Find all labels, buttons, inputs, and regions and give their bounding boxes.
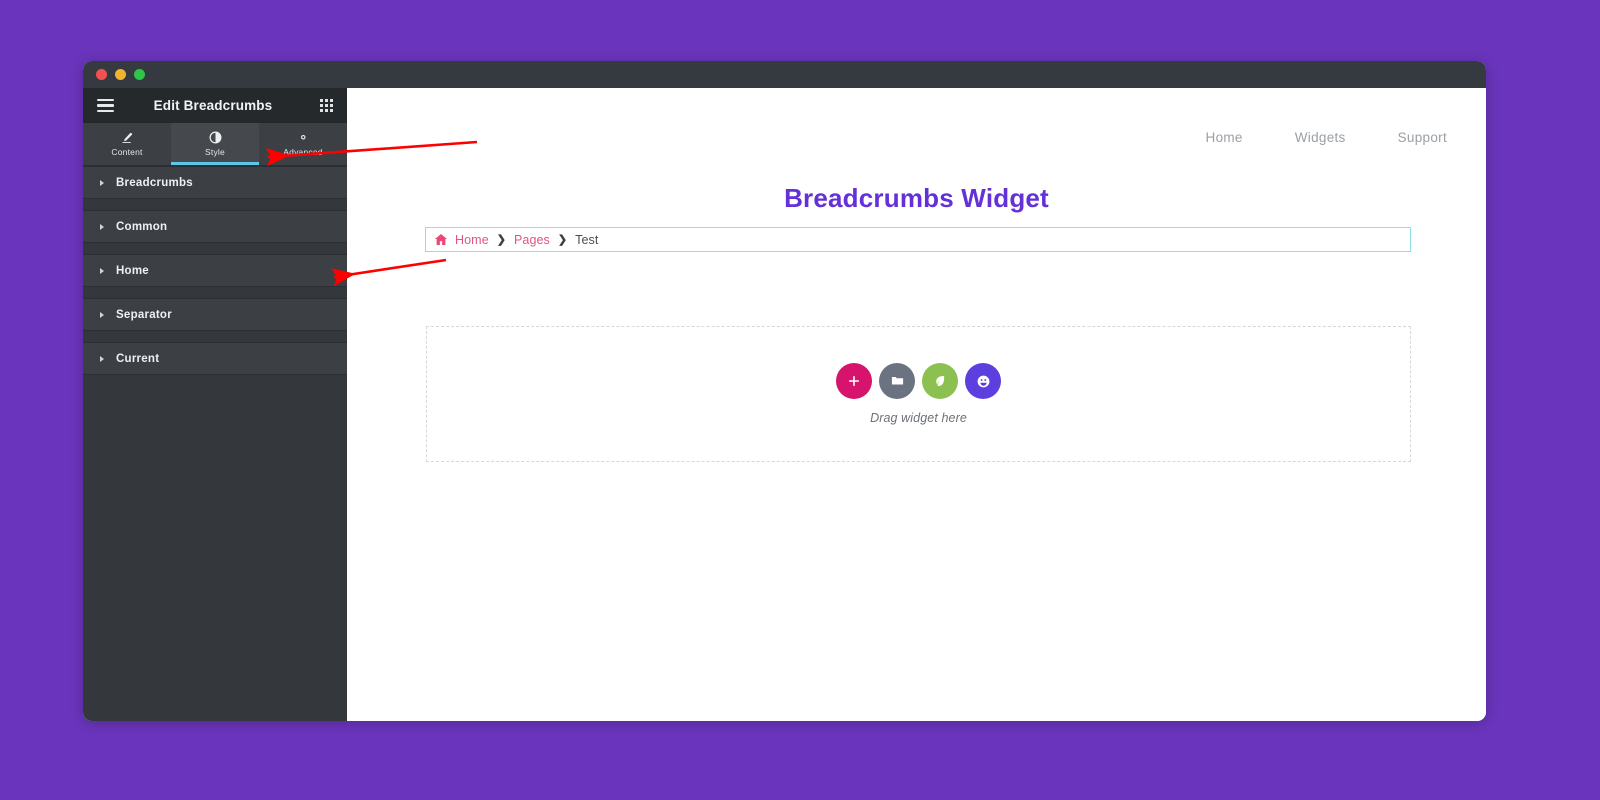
chevron-right-icon [100, 267, 104, 274]
panel-title: Edit Breadcrumbs [153, 98, 273, 113]
section-common-label: Common [116, 220, 168, 233]
breadcrumb-item-pages[interactable]: Pages [514, 233, 550, 247]
add-global-button[interactable] [965, 363, 1001, 399]
app-window: Edit Breadcrumbs Content Style Advanced … [83, 61, 1486, 721]
home-icon [434, 233, 448, 246]
chevron-right-icon [100, 223, 104, 230]
leaf-icon [933, 374, 947, 388]
widgets-grid-icon[interactable] [320, 99, 333, 112]
add-folder-button[interactable] [879, 363, 915, 399]
section-separator[interactable]: Separator [83, 298, 347, 331]
add-template-button[interactable] [922, 363, 958, 399]
style-sections-list: Breadcrumbs Common Home Separator Curren… [83, 166, 347, 375]
smiley-icon [976, 374, 991, 389]
nav-item-support[interactable]: Support [1398, 130, 1447, 145]
plus-icon [847, 374, 861, 388]
folder-icon [890, 374, 905, 388]
zoom-button[interactable] [134, 69, 145, 80]
widget-dropzone[interactable]: Drag widget here [426, 326, 1411, 462]
nav-item-widgets[interactable]: Widgets [1295, 130, 1346, 145]
section-breadcrumbs[interactable]: Breadcrumbs [83, 166, 347, 199]
breadcrumb-item-current: Test [575, 232, 599, 247]
panel-header: Edit Breadcrumbs [83, 88, 347, 123]
chevron-right-icon [100, 179, 104, 186]
minimize-button[interactable] [115, 69, 126, 80]
breadcrumbs-widget[interactable]: Home ❯ Pages ❯ Test [425, 227, 1411, 252]
window-body: Edit Breadcrumbs Content Style Advanced … [83, 88, 1486, 721]
editor-panel: Edit Breadcrumbs Content Style Advanced … [83, 88, 358, 721]
breadcrumb-item-home[interactable]: Home [455, 233, 489, 247]
section-breadcrumbs-label: Breadcrumbs [116, 176, 193, 189]
section-home-label: Home [116, 264, 149, 277]
tab-content[interactable]: Content [83, 123, 171, 165]
dropzone-buttons [836, 363, 1001, 399]
nav-item-home[interactable]: Home [1206, 130, 1243, 145]
add-widget-button[interactable] [836, 363, 872, 399]
section-home[interactable]: Home [83, 254, 347, 287]
tab-style[interactable]: Style [171, 123, 259, 165]
site-nav: Home Widgets Support [1206, 130, 1447, 145]
section-current[interactable]: Current [83, 342, 347, 375]
section-separator-label: Separator [116, 308, 172, 321]
section-current-label: Current [116, 352, 160, 365]
gear-icon [297, 131, 310, 144]
panel-tabs: Content Style Advanced [83, 123, 347, 166]
preview-canvas: Home Widgets Support Breadcrumbs Widget … [347, 88, 1486, 721]
dropzone-label: Drag widget here [870, 411, 967, 425]
pencil-icon [121, 131, 133, 144]
window-titlebar [83, 61, 1486, 88]
chevron-right-icon [100, 355, 104, 362]
tab-content-label: Content [111, 147, 143, 157]
breadcrumb-separator-icon: ❯ [496, 234, 506, 246]
close-button[interactable] [96, 69, 107, 80]
tab-advanced[interactable]: Advanced [259, 123, 347, 165]
page-title: Breadcrumbs Widget [784, 183, 1049, 213]
section-common[interactable]: Common [83, 210, 347, 243]
tab-style-label: Style [205, 147, 225, 157]
breadcrumb-separator-icon: ❯ [557, 234, 568, 246]
tab-advanced-label: Advanced [283, 147, 323, 157]
chevron-right-icon [100, 311, 104, 318]
contrast-circle-icon [209, 131, 222, 144]
